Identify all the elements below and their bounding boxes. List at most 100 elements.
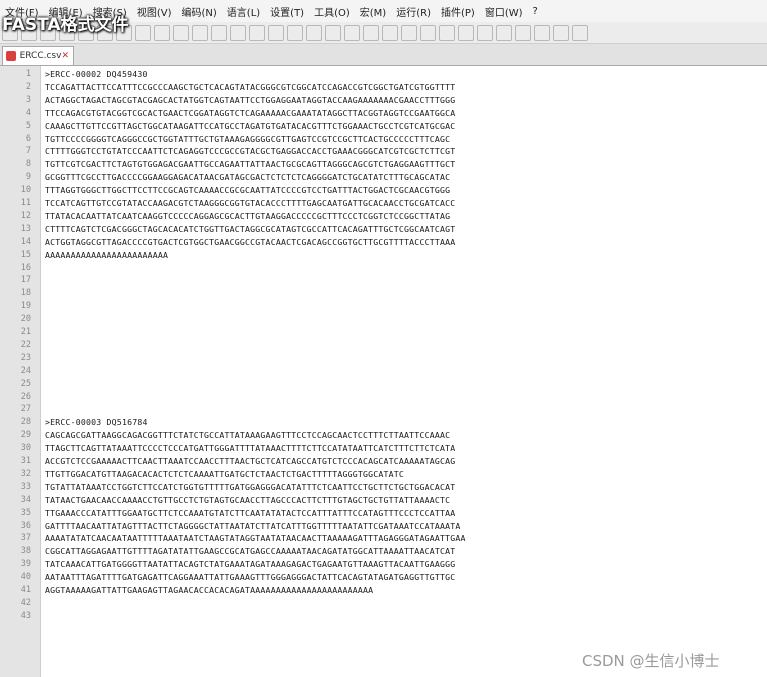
editor-line[interactable]: 11 TCCATCAGTTGTCCGTATACCAAGACGTCTAAGGGCGG… (0, 197, 767, 210)
editor-line[interactable]: 41 AGGTAAAAAGATTATTGAAGAGTTAGAACACCACACAG… (0, 584, 767, 597)
line-text: TTTAGGTGGGCTTGGCTTCCTTCCGCAGTCAAAACCGCGC… (45, 185, 451, 196)
editor-line[interactable]: 27 (0, 403, 767, 416)
editor-line[interactable]: 22 (0, 339, 767, 352)
editor-line[interactable]: 26 (0, 391, 767, 404)
line-number: 19 (20, 301, 31, 312)
tab-ercc-csv[interactable]: ERCC.csv ✕ (2, 46, 74, 65)
menu-item[interactable]: 语言(L) (222, 4, 265, 19)
save-macro-icon[interactable] (572, 24, 588, 41)
editor-line[interactable]: 25 (0, 378, 767, 391)
redo-icon[interactable] (211, 24, 227, 41)
lang-icon[interactable] (401, 24, 417, 41)
editor-line[interactable]: 31 ACCGTCTCCGAAAAACTTCAACTTAAATCCAACCTTTA… (0, 455, 767, 468)
editor-line[interactable]: 4 TTCCAGACGTGTACGGTCGCACTGAACTCGGATAGGTCT… (0, 107, 767, 120)
editor-line[interactable]: 34 TATAACTGAACAACCAAAACCTGTTGCCTCTGTAGTGC… (0, 494, 767, 507)
line-number: 10 (20, 185, 31, 196)
editor-line[interactable]: 36 GATTTTAACAATTATAGTTTACTTCTAGGGGCTATTAA… (0, 520, 767, 533)
func-list-icon[interactable] (439, 24, 455, 41)
replace-icon[interactable] (249, 24, 265, 41)
editor-line[interactable]: 17 (0, 274, 767, 287)
indent-guide-icon[interactable] (382, 24, 398, 41)
editor-line[interactable]: 33 TGTATTATAAATCCTGGTCTTCCATCTGGTGTTTTTGA… (0, 481, 767, 494)
editor-line[interactable]: 15 AAAAAAAAAAAAAAAAAAAAAAAA (0, 249, 767, 262)
undo-icon[interactable] (192, 24, 208, 41)
editor-line[interactable]: 39 TATCAAACATTGATGGGGTTAATATTACAGTCTATGAA… (0, 558, 767, 571)
editor-line[interactable]: 40 AATAATTTAGATTTTGATGAGATTCAGGAAATTATTGA… (0, 571, 767, 584)
line-text: >ERCC-00002 DQ459430 (45, 69, 148, 79)
copy-icon[interactable] (154, 24, 170, 41)
play-multi-icon[interactable] (553, 24, 569, 41)
line-text: AATAATTTAGATTTTGATGAGATTCAGGAAATTATTGAAA… (45, 572, 456, 583)
menu-item[interactable]: 视图(V) (132, 4, 177, 19)
editor-line[interactable]: 29 CAGCAGCGATTAAGGCAGACGGTTTCTATCTGCCATTA… (0, 429, 767, 442)
editor-line[interactable]: 7 CTTTTGGGTCCTGTATCCCAATTCTCAGAGGTCCCGCCG… (0, 145, 767, 158)
editor-line[interactable]: 5 CAAAGCTTGTTCCGTTAGCTGGCATAAGATTCCATGCCT… (0, 120, 767, 133)
all-chars-icon[interactable] (363, 24, 379, 41)
line-number: 7 (25, 146, 31, 157)
line-text: TGTTCGTCGACTTCTAGTGTGGAGACGAATTGCCAGAATT… (45, 159, 456, 170)
editor-line[interactable]: 21 (0, 326, 767, 339)
cut-icon[interactable] (135, 24, 151, 41)
line-number: 43 (20, 610, 31, 621)
line-number: 12 (20, 210, 31, 221)
stop-icon[interactable] (515, 24, 531, 41)
doc-map-icon[interactable] (420, 24, 436, 41)
editor-line[interactable]: 23 (0, 352, 767, 365)
menu-item[interactable]: 宏(M) (355, 4, 391, 19)
editor-line[interactable]: 13 CTTTTCAGTCTCGACGGGCTAGCACACATCTGGTTGAC… (0, 223, 767, 236)
zoom-in-icon[interactable] (268, 24, 284, 41)
menu-item[interactable]: 工具(O) (309, 4, 355, 19)
menu-item[interactable]: 编码(N) (177, 4, 222, 19)
editor-line[interactable]: 38 CGGCATTAGGAGAATTGTTTTAGATATATTGAAGCCGC… (0, 545, 767, 558)
editor-line[interactable]: 37 AAAATATATCAACAATAATTTTTAAATAATCTAAGTAT… (0, 532, 767, 545)
zoom-out-icon[interactable] (287, 24, 303, 41)
find-icon[interactable] (230, 24, 246, 41)
editor-line[interactable]: 19 (0, 300, 767, 313)
editor-line[interactable]: 3 ACTAGGCTAGACTAGCGTACGAGCACTATGGTCAGTAAT… (0, 94, 767, 107)
menu-item[interactable]: 插件(P) (436, 4, 480, 19)
editor-line[interactable]: 35 TTGAAACCCATATTTGGAATGCTTCTCCAAATGTATCT… (0, 507, 767, 520)
menu-item[interactable]: 运行(R) (391, 4, 436, 19)
menu-item[interactable]: ? (528, 6, 543, 17)
editor-line[interactable]: 20 (0, 313, 767, 326)
editor-line[interactable]: 43 (0, 610, 767, 623)
line-text: AAAATATATCAACAATAATTTTTAAATAATCTAAGTATAG… (45, 533, 466, 544)
line-text: CTTTTCAGTCTCGACGGGCTAGCACACATCTGGTTGACTA… (45, 223, 456, 234)
editor-line[interactable]: 42 (0, 597, 767, 610)
editor-line[interactable]: 10 TTTAGGTGGGCTTGGCTTCCTTCCGCAGTCAAAACCGC… (0, 184, 767, 197)
menu-item[interactable]: 设置(T) (265, 4, 309, 19)
sync-h-icon[interactable] (325, 24, 341, 41)
line-text: CGGCATTAGGAGAATTGTTTTAGATATATTGAAGCCGCAT… (45, 546, 456, 557)
editor-line[interactable]: 28 >ERCC-00003 DQ516784 (0, 416, 767, 429)
line-number: 42 (20, 597, 31, 608)
paste-icon[interactable] (173, 24, 189, 41)
monitor-icon[interactable] (477, 24, 493, 41)
sync-v-icon[interactable] (306, 24, 322, 41)
editor-line[interactable]: 1 >ERCC-00002 DQ459430 (0, 68, 767, 81)
file-icon (6, 51, 16, 61)
editor-line[interactable]: 8 TGTTCGTCGACTTCTAGTGTGGAGACGAATTGCCAGAAT… (0, 158, 767, 171)
text-editor[interactable]: 1 >ERCC-00002 DQ459430 2 TCCAGATTACTTCCATTT… (0, 66, 767, 677)
editor-line[interactable]: 2 TCCAGATTACTTCCATTTCCGCCCAAGCTGCTCACAGTA… (0, 81, 767, 94)
close-tab-icon[interactable]: ✕ (61, 51, 69, 61)
line-number: 11 (20, 198, 31, 208)
folder-icon[interactable] (458, 24, 474, 41)
line-number: 26 (20, 391, 31, 402)
editor-line[interactable]: 32 TTGTTGGACATGTTAAGACACACTCTCTCAAAATTGAT… (0, 468, 767, 481)
editor-line[interactable]: 6 TGTTCCCCGGGGTCAGGGCCGCTGGTATTTGCTGTAAAG… (0, 133, 767, 146)
wrap-icon[interactable] (344, 24, 360, 41)
play-icon[interactable] (534, 24, 550, 41)
record-icon[interactable] (496, 24, 512, 41)
line-number: 15 (20, 249, 31, 260)
line-number: 21 (20, 327, 31, 337)
line-number: 30 (20, 443, 31, 454)
editor-line[interactable]: 24 (0, 365, 767, 378)
editor-line[interactable]: 9 GCGGTTTCGCCTTGACCCCGGAAGGAGACATAACGATAG… (0, 171, 767, 184)
editor-line[interactable]: 16 (0, 262, 767, 275)
editor-line[interactable]: 12 TTATACACAATTATCAATCAAGGTCCCCCAGGAGCGCA… (0, 210, 767, 223)
menu-item[interactable]: 窗口(W) (480, 4, 528, 19)
editor-line[interactable]: 30 TTAGCTTCAGTTATAAATTCCCCTCCCATGATTGGGAT… (0, 442, 767, 455)
line-text: ACCGTCTCCGAAAAACTTCAACTTAAATCCAACCTTTAAC… (45, 456, 456, 466)
editor-line[interactable]: 18 (0, 287, 767, 300)
editor-line[interactable]: 14 ACTGGTAGGCGTTAGACCCCGTGACTCGTGGCTGAACG… (0, 236, 767, 249)
